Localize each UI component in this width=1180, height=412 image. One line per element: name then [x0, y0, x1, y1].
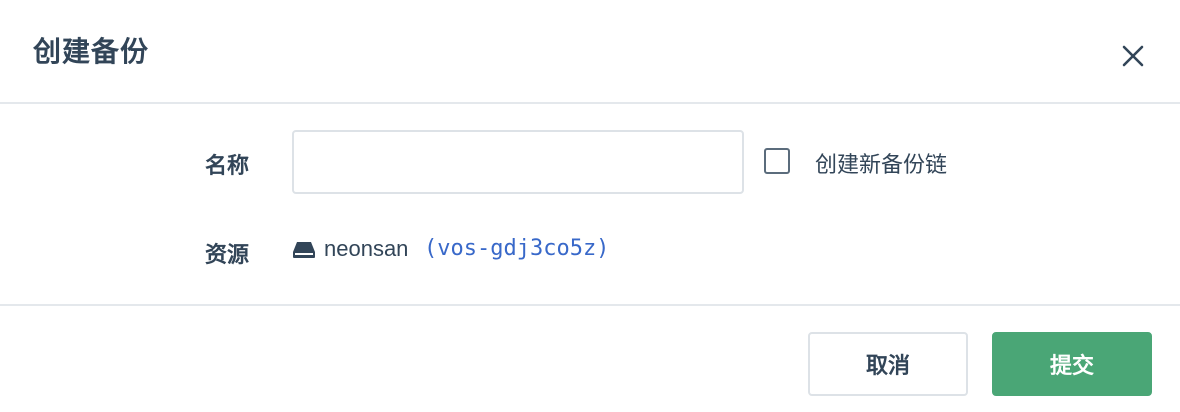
dialog-footer: 取消 提交 — [0, 306, 1180, 412]
create-backup-dialog: 创建备份 名称 创建新备份链 资源 neonsan (vos-gdj3co5z)… — [0, 0, 1180, 412]
disk-icon — [293, 242, 315, 258]
new-backup-chain-label[interactable]: 创建新备份链 — [815, 147, 947, 179]
dialog-title: 创建备份 — [33, 36, 150, 67]
new-backup-chain-checkbox[interactable] — [764, 148, 790, 174]
close-button[interactable] — [1117, 40, 1149, 72]
dialog-body: 名称 创建新备份链 资源 neonsan (vos-gdj3co5z) — [0, 104, 1180, 306]
dialog-header: 创建备份 — [0, 0, 1180, 104]
name-input[interactable] — [292, 130, 744, 194]
resource-label: 资源 — [205, 242, 250, 267]
name-label: 名称 — [205, 153, 250, 178]
submit-button[interactable]: 提交 — [992, 332, 1152, 396]
resource-id-link[interactable]: (vos-gdj3co5z) — [424, 236, 609, 261]
close-icon — [1122, 45, 1144, 67]
cancel-button[interactable]: 取消 — [808, 332, 968, 396]
resource-name: neonsan — [324, 236, 409, 261]
